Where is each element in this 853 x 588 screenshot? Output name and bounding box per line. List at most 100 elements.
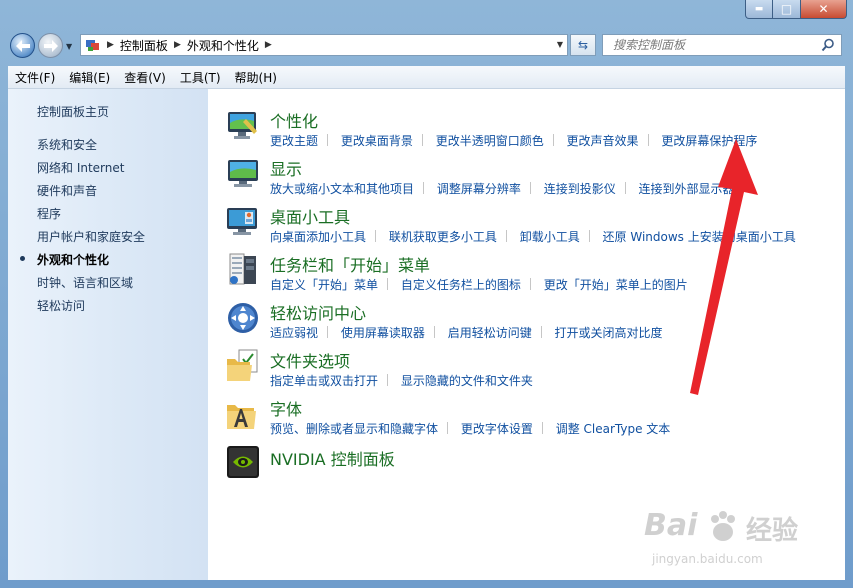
category-title-taskbar[interactable]: 任务栏和「开始」菜单 [270, 252, 430, 276]
watermark-brand-cn: 经验 [746, 516, 799, 546]
category-title-nvidia[interactable]: NVIDIA 控制面板 [270, 446, 395, 470]
sidebar-item-control-panel-home[interactable]: 控制面板主页 [37, 103, 109, 120]
control-panel-icon [85, 38, 101, 52]
link-divider [552, 134, 554, 146]
category-title-ease-of-access[interactable]: 轻松访问中心 [270, 300, 366, 324]
link-divider [624, 182, 626, 194]
breadcrumb-chevron-icon: ▶ [264, 40, 272, 50]
search-box[interactable] [602, 34, 842, 56]
menu-file[interactable]: 文件(F) [8, 69, 62, 86]
caption-buttons: ▬ □ ✕ [745, 0, 847, 20]
refresh-button[interactable]: ⇆ [570, 34, 596, 56]
link-get-more-gadgets[interactable]: 联机获取更多小工具 [389, 230, 497, 244]
close-button[interactable]: ✕ [801, 0, 847, 19]
menu-tools[interactable]: 工具(T) [173, 69, 228, 86]
address-bar[interactable]: ▶ 控制面板 ▶ 外观和个性化 ▶ ▼ [80, 34, 568, 56]
category-title-display[interactable]: 显示 [270, 156, 302, 180]
sidebar: 控制面板主页 系统和安全 网络和 Internet 硬件和声音 程序 用户帐户和… [8, 89, 208, 580]
link-add-gadgets[interactable]: 向桌面添加小工具 [270, 230, 366, 244]
personalization-icon[interactable] [226, 109, 260, 143]
link-divider [541, 422, 543, 434]
link-connect-projector[interactable]: 连接到投影仪 [544, 182, 616, 196]
forward-button[interactable] [38, 33, 63, 58]
current-item-bullet-icon [20, 256, 25, 261]
sidebar-item-system-security[interactable]: 系统和安全 [37, 136, 97, 153]
link-show-hidden-files[interactable]: 显示隐藏的文件和文件夹 [401, 374, 533, 388]
menu-edit[interactable]: 编辑(E) [62, 69, 117, 86]
link-divider [421, 134, 423, 146]
paw-icon [711, 511, 735, 541]
sidebar-item-user-accounts[interactable]: 用户帐户和家庭安全 [37, 228, 145, 245]
link-preview-fonts[interactable]: 预览、删除或者显示和隐藏字体 [270, 422, 438, 436]
link-divider [375, 230, 377, 242]
link-divider [588, 230, 590, 242]
sidebar-item-clock-language[interactable]: 时钟、语言和区域 [37, 274, 133, 291]
category-title-gadgets[interactable]: 桌面小工具 [270, 204, 350, 228]
link-divider [447, 422, 449, 434]
watermark-url: jingyan.baidu.com [652, 552, 763, 566]
link-customize-start-menu[interactable]: 自定义「开始」菜单 [270, 278, 378, 292]
search-icon[interactable] [821, 38, 835, 52]
link-change-theme[interactable]: 更改主题 [270, 134, 318, 148]
breadcrumb-control-panel[interactable]: 控制面板 [120, 37, 168, 54]
sidebar-item-programs[interactable]: 程序 [37, 205, 61, 222]
category-title-fonts[interactable]: 字体 [270, 396, 302, 420]
link-low-vision[interactable]: 适应弱视 [270, 326, 318, 340]
sidebar-item-hardware-sound[interactable]: 硬件和声音 [37, 182, 97, 199]
link-screen-reader[interactable]: 使用屏幕读取器 [341, 326, 425, 340]
link-divider [505, 230, 507, 242]
maximize-button[interactable]: □ [773, 0, 801, 19]
ease-of-access-icon[interactable] [226, 301, 260, 335]
annotation-arrow-icon [690, 139, 758, 395]
navigation-bar: ▼ ▶ 控制面板 ▶ 外观和个性化 ▶ ▼ ⇆ [0, 28, 853, 62]
link-divider [529, 182, 531, 194]
gadgets-icon[interactable] [226, 205, 260, 239]
link-ease-keys[interactable]: 启用轻松访问键 [448, 326, 532, 340]
link-change-background[interactable]: 更改桌面背景 [341, 134, 413, 148]
link-cleartype[interactable]: 调整 ClearType 文本 [556, 422, 671, 436]
breadcrumb-chevron-icon: ▶ [107, 40, 114, 50]
menu-help[interactable]: 帮助(H) [228, 69, 284, 86]
link-screen-resolution[interactable]: 调整屏幕分辨率 [437, 182, 521, 196]
address-dropdown-icon[interactable]: ▼ [557, 40, 563, 49]
link-change-window-color[interactable]: 更改半透明窗口颜色 [436, 134, 544, 148]
nvidia-icon[interactable] [226, 445, 260, 479]
link-divider [387, 374, 389, 386]
sidebar-item-ease-of-access[interactable]: 轻松访问 [37, 297, 85, 314]
category-links: 自定义「开始」菜单 自定义任务栏上的图标 更改「开始」菜单上的图片 [270, 276, 688, 293]
back-button[interactable] [10, 33, 35, 58]
folder-options-icon[interactable] [226, 349, 260, 383]
menu-bar: 文件(F) 编辑(E) 查看(V) 工具(T) 帮助(H) [8, 66, 845, 89]
link-divider [423, 182, 425, 194]
fonts-icon[interactable] [226, 397, 260, 431]
category-links: 预览、删除或者显示和隐藏字体 更改字体设置 调整 ClearType 文本 [270, 420, 670, 437]
link-single-double-click[interactable]: 指定单击或双击打开 [270, 374, 378, 388]
link-divider [387, 278, 389, 290]
category-links: 指定单击或双击打开 显示隐藏的文件和文件夹 [270, 372, 533, 389]
link-customize-taskbar-icons[interactable]: 自定义任务栏上的图标 [401, 278, 521, 292]
search-input[interactable] [611, 37, 820, 53]
category-nvidia: NVIDIA 控制面板 [226, 445, 826, 489]
link-divider [327, 326, 329, 338]
link-divider [529, 278, 531, 290]
maximize-icon: □ [780, 2, 793, 16]
link-uninstall-gadget[interactable]: 卸载小工具 [520, 230, 580, 244]
minimize-button[interactable]: ▬ [745, 0, 773, 19]
category-fonts: 字体 预览、删除或者显示和隐藏字体 更改字体设置 调整 ClearType 文本 [226, 397, 826, 441]
breadcrumb-appearance[interactable]: 外观和个性化 [187, 37, 259, 54]
link-divider [433, 326, 435, 338]
refresh-icon: ⇆ [577, 38, 589, 52]
arrow-right-icon [43, 39, 58, 52]
category-title-folder-options[interactable]: 文件夹选项 [270, 348, 350, 372]
link-font-settings[interactable]: 更改字体设置 [461, 422, 533, 436]
link-divider [327, 134, 329, 146]
sidebar-item-network[interactable]: 网络和 Internet [37, 159, 124, 176]
display-icon[interactable] [226, 157, 260, 191]
recent-pages-dropdown-icon[interactable]: ▼ [66, 42, 72, 51]
taskbar-icon[interactable] [226, 253, 260, 287]
category-title-personalization[interactable]: 个性化 [270, 108, 318, 132]
sidebar-item-appearance: 外观和个性化 [37, 253, 110, 267]
link-text-size[interactable]: 放大或缩小文本和其他项目 [270, 182, 414, 196]
menu-view[interactable]: 查看(V) [117, 69, 173, 86]
arrow-left-icon [15, 39, 30, 52]
